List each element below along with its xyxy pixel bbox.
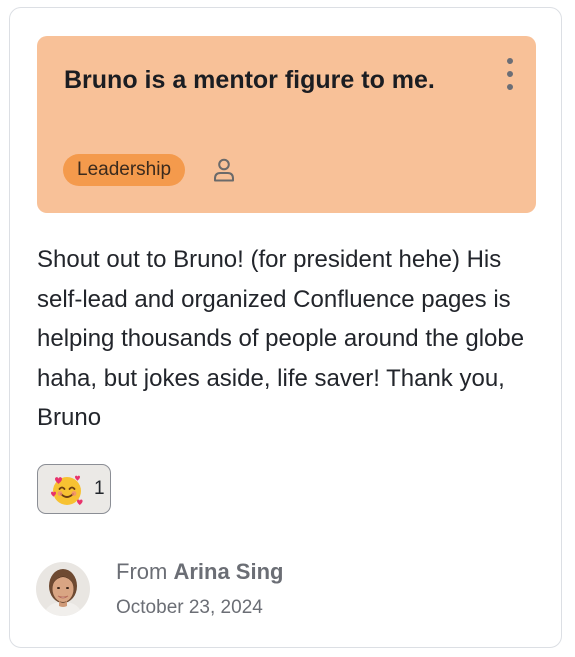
from-label: From <box>116 559 168 584</box>
category-tag[interactable]: Leadership <box>63 154 186 186</box>
smiling-face-with-hearts-icon <box>51 475 83 506</box>
reaction-count: 1 <box>94 478 105 499</box>
card-header: Bruno is a mentor figure to me. Leadersh… <box>37 36 536 213</box>
person-icon <box>214 158 234 182</box>
more-options-button[interactable] <box>502 58 518 90</box>
more-vertical-icon <box>507 58 513 64</box>
kudos-message: Shout out to Bruno! (for president hehe)… <box>37 246 525 431</box>
reaction-button[interactable]: 1 <box>37 464 111 514</box>
author-avatar[interactable] <box>36 562 90 616</box>
post-date: October 23, 2024 <box>116 597 263 618</box>
avatar-image <box>36 562 90 616</box>
from-line: From Arina Sing <box>116 559 283 585</box>
author-name[interactable]: Arina Sing <box>173 559 283 584</box>
kudos-card: Bruno is a mentor figure to me. Leadersh… <box>9 7 562 648</box>
card-title: Bruno is a mentor figure to me. <box>64 66 435 94</box>
